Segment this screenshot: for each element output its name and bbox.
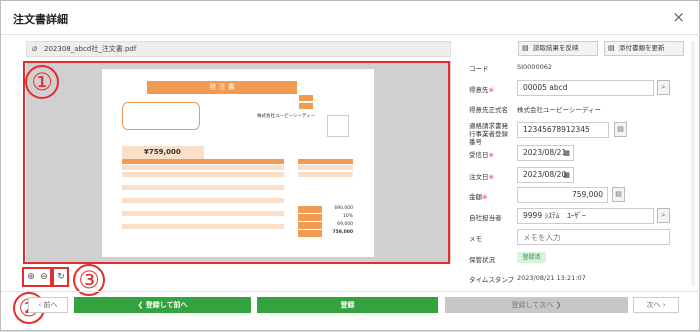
received-date-label-text: 受信日: [469, 151, 489, 159]
memo-label: メモ: [469, 235, 482, 243]
close-icon[interactable]: ×: [672, 8, 685, 26]
client-label: 得意先※: [469, 86, 494, 94]
order-date-field[interactable]: 2023/08/20 ▦: [517, 167, 574, 183]
received-date-value: 2023/08/21: [523, 148, 567, 157]
register-next-button[interactable]: 登録して次へ ❯: [445, 297, 628, 313]
reflect-results-icon: ▤: [522, 44, 529, 52]
chevron-left-icon: ❮: [137, 301, 146, 309]
client-label-text: 得意先: [469, 86, 489, 94]
client-field[interactable]: 00005 abcd: [517, 80, 654, 96]
received-date-label: 受信日※: [469, 151, 494, 159]
calculator-icon[interactable]: ▤: [612, 187, 625, 202]
reflect-results-button[interactable]: ▤ 読取結果を反映: [518, 41, 598, 56]
invoice-no-label: 適格請求書発行事業者登録番号: [469, 122, 508, 146]
code-value: SI0000062: [517, 63, 552, 71]
amount-label: 金額※: [469, 193, 488, 201]
amount-label-text: 金額: [469, 193, 482, 201]
chevron-right-icon: ›: [660, 301, 666, 309]
client-official-value: 株式会社ユーピーシーディー: [517, 106, 601, 114]
timestamp-label: タイムスタンプ: [469, 276, 515, 284]
chevron-right-icon: ❯: [553, 301, 562, 309]
reflect-results-label: 読取結果を反映: [533, 44, 579, 52]
status-badge: 登録済: [517, 252, 546, 263]
zoom-in-icon[interactable]: ⊕: [25, 271, 37, 283]
update-attachment-icon: ▤: [608, 44, 615, 52]
scrollbar[interactable]: [691, 41, 695, 286]
invoice-no-field[interactable]: 12345678912345: [517, 122, 609, 138]
calendar-icon[interactable]: ▦: [563, 168, 570, 182]
file-name: 202308_abcd社_注文書.pdf: [44, 45, 137, 53]
save-status-label: 保管状況: [469, 256, 495, 264]
prev-button[interactable]: ‹ 前へ: [28, 297, 68, 313]
dialog-title: 注文書詳細: [13, 13, 68, 26]
lookup-icon[interactable]: ▤: [614, 122, 627, 137]
code-label: コード: [469, 65, 489, 73]
rotate-icon[interactable]: ↻: [55, 271, 67, 283]
order-date-label: 注文日※: [469, 173, 494, 181]
staff-field[interactable]: 9999 ｼｽﾃﾑ ﾕｰｻﾞｰ: [517, 208, 654, 224]
order-date-label-text: 注文日: [469, 173, 489, 181]
staff-label: 自社担当者: [469, 214, 502, 222]
register-label: 登録: [340, 301, 355, 309]
register-prev-label: 登録して前へ: [145, 301, 188, 309]
received-date-field[interactable]: 2023/08/21 ▦: [517, 145, 574, 161]
zoom-out-icon[interactable]: ⊖: [38, 271, 50, 283]
next-label: 次へ: [646, 301, 661, 309]
memo-input[interactable]: [517, 229, 670, 245]
dialog-titlebar: 注文書詳細 ×: [1, 1, 700, 35]
next-button[interactable]: 次へ ›: [633, 297, 679, 313]
order-date-value: 2023/08/20: [523, 170, 567, 179]
update-attachment-button[interactable]: ▤ 添付書類を更新: [604, 41, 684, 56]
file-name-bar: ⌀ 202308_abcd社_注文書.pdf: [26, 41, 451, 57]
annotation-1: ①: [25, 65, 59, 99]
timestamp-value: 2023/08/21 13:21:07: [517, 274, 586, 282]
register-next-label: 登録して次へ: [511, 301, 554, 309]
client-official-label: 得意先正式名: [469, 106, 508, 114]
search-icon[interactable]: ⌕: [657, 80, 670, 95]
dialog: 注文書詳細 × ⌀ 202308_abcd社_注文書.pdf ▤ 読取結果を反映…: [0, 0, 700, 331]
update-attachment-label: 添付書類を更新: [619, 44, 665, 52]
calendar-icon[interactable]: ▦: [563, 146, 570, 160]
amount-field[interactable]: 759,000: [517, 187, 608, 203]
annotation-viewer-box: [23, 61, 450, 264]
prev-label: 前へ: [43, 301, 58, 309]
register-prev-button[interactable]: ❮ 登録して前へ: [74, 297, 251, 313]
paperclip-icon: ⌀: [32, 44, 38, 54]
register-button[interactable]: 登録: [257, 297, 438, 313]
search-icon[interactable]: ⌕: [657, 208, 670, 223]
